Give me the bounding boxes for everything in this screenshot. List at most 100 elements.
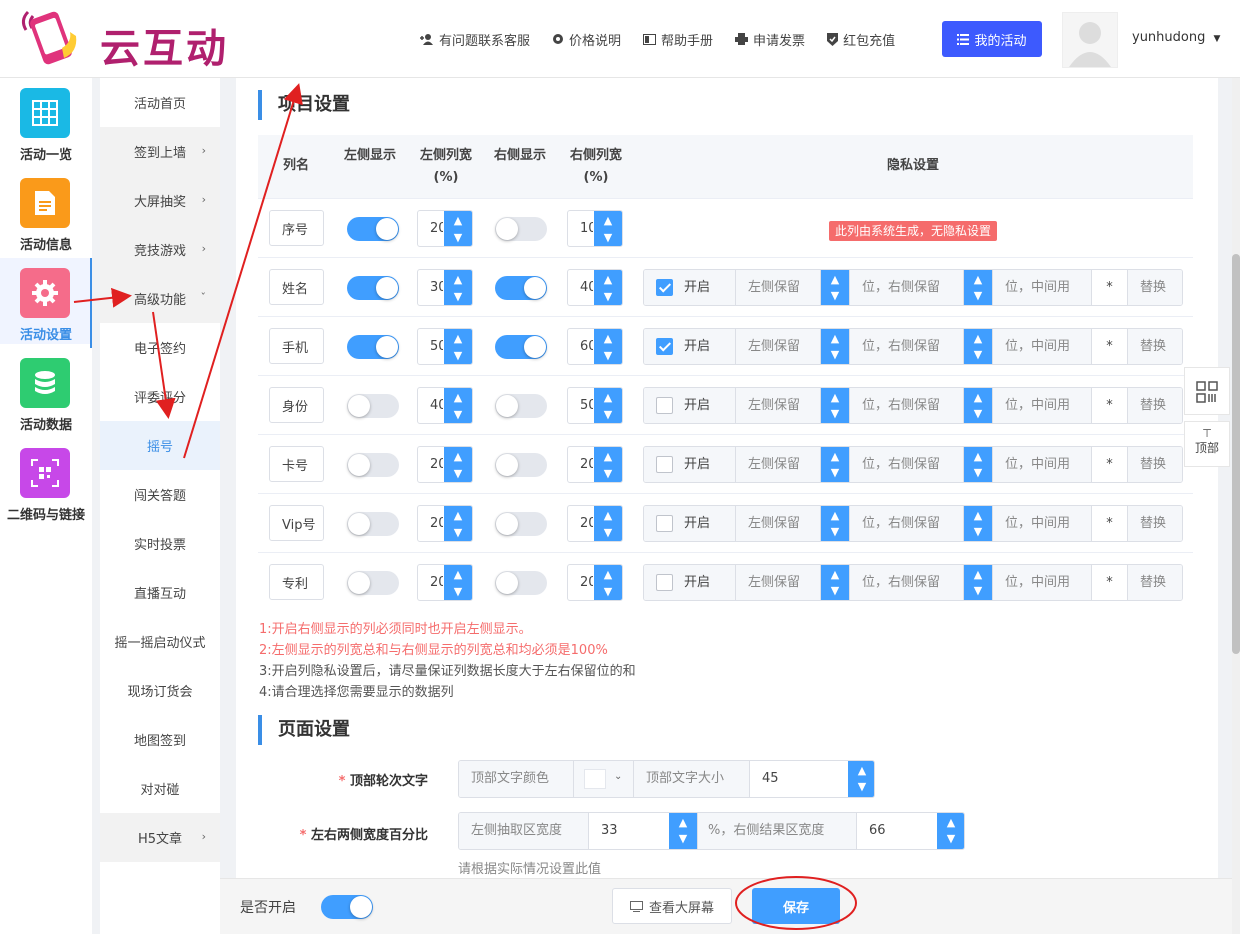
mask-char-input[interactable]: * — [1092, 270, 1127, 305]
stepper-buttons[interactable]: ▲ ▼ — [594, 447, 622, 482]
privacy-enable-cell[interactable]: 开启 — [644, 270, 736, 305]
top-size-stepper[interactable]: ▲ ▼ — [848, 761, 874, 797]
contact-support-link[interactable]: 有问题联系客服 — [420, 30, 530, 49]
right-area-stepper[interactable]: ▲ ▼ — [937, 813, 964, 849]
privacy-checkbox[interactable] — [656, 456, 673, 473]
arrow-down-icon[interactable]: ▼ — [964, 407, 992, 420]
arrow-down-icon[interactable]: ▼ — [964, 584, 992, 597]
left-show-toggle[interactable] — [347, 571, 399, 595]
arrow-down-icon[interactable]: ▼ — [821, 525, 849, 538]
arrow-down-icon[interactable]: ▼ — [669, 832, 697, 845]
right-width-stepper[interactable]: 10▲▼ — [567, 210, 623, 247]
arrow-down-icon[interactable]: ▼ — [444, 526, 472, 539]
left-keep-stepper[interactable]: ▲ ▼ — [821, 388, 849, 423]
qrcode-float-button[interactable] — [1184, 367, 1230, 415]
arrow-down-icon[interactable]: ▼ — [821, 584, 849, 597]
user-menu[interactable]: yunhudong ▼ — [1132, 30, 1220, 45]
sub-item-h5[interactable]: H5文章 › — [100, 813, 220, 862]
arrow-down-icon[interactable]: ▼ — [964, 466, 992, 479]
arrow-down-icon[interactable]: ▼ — [821, 466, 849, 479]
arrow-up-icon[interactable]: ▲ — [444, 273, 472, 286]
right-show-toggle[interactable] — [495, 512, 547, 536]
stepper-buttons[interactable]: ▲ ▼ — [444, 329, 472, 364]
arrow-up-icon[interactable]: ▲ — [444, 214, 472, 227]
sub-item-vote[interactable]: 实时投票 — [100, 519, 220, 568]
stepper-buttons[interactable]: ▲ ▼ — [594, 211, 622, 246]
back-to-top-button[interactable]: ⊤ 顶部 — [1184, 421, 1230, 467]
redpack-recharge-link[interactable]: 红包充值 — [827, 30, 895, 49]
arrow-down-icon[interactable]: ▼ — [821, 407, 849, 420]
stepper-buttons[interactable]: ▲ ▼ — [444, 565, 472, 600]
sub-item-shake-ceremony[interactable]: 摇一摇启动仪式 — [100, 617, 220, 666]
arrow-up-icon[interactable]: ▲ — [848, 764, 874, 777]
sub-item-advanced[interactable]: 高级功能 ˇ — [100, 274, 220, 323]
left-show-toggle[interactable] — [347, 453, 399, 477]
privacy-checkbox[interactable] — [656, 397, 673, 414]
arrow-up-icon[interactable]: ▲ — [821, 332, 849, 345]
left-show-toggle[interactable] — [347, 335, 399, 359]
stepper-buttons[interactable]: ▲ ▼ — [444, 447, 472, 482]
left-area-input[interactable]: 33 — [589, 813, 669, 849]
sidebar-item-info[interactable]: 活动信息 — [0, 168, 92, 254]
left-area-stepper[interactable]: ▲ ▼ — [669, 813, 697, 849]
top-size-input[interactable]: 45 — [750, 761, 848, 797]
pricing-link[interactable]: 价格说明 — [552, 30, 621, 49]
arrow-down-icon[interactable]: ▼ — [964, 289, 992, 302]
invoice-link[interactable]: 申请发票 — [735, 30, 805, 49]
right-width-stepper[interactable]: 40▲▼ — [567, 269, 623, 306]
left-show-toggle[interactable] — [347, 217, 399, 241]
arrow-down-icon[interactable]: ▼ — [444, 290, 472, 303]
left-width-stepper[interactable]: 20▲▼ — [417, 564, 473, 601]
arrow-up-icon[interactable]: ▲ — [821, 273, 849, 286]
left-keep-stepper[interactable]: ▲ ▼ — [821, 447, 849, 482]
arrow-down-icon[interactable]: ▼ — [594, 467, 622, 480]
mask-char-input[interactable]: * — [1092, 329, 1127, 364]
sub-item-judge-score[interactable]: 评委评分 — [100, 372, 220, 421]
sub-item-order-meeting[interactable]: 现场订货会 — [100, 666, 220, 715]
sidebar-item-data[interactable]: 活动数据 — [0, 348, 92, 434]
privacy-enable-cell[interactable]: 开启 — [644, 388, 736, 423]
color-picker[interactable]: ⌄ — [574, 761, 634, 797]
stepper-buttons[interactable]: ▲ ▼ — [594, 565, 622, 600]
right-area-input[interactable]: 66 — [857, 813, 937, 849]
left-show-toggle[interactable] — [347, 276, 399, 300]
arrow-down-icon[interactable]: ▼ — [594, 585, 622, 598]
privacy-checkbox[interactable] — [656, 279, 673, 296]
arrow-down-icon[interactable]: ▼ — [964, 525, 992, 538]
arrow-down-icon[interactable]: ▼ — [594, 231, 622, 244]
arrow-down-icon[interactable]: ▼ — [444, 231, 472, 244]
arrow-up-icon[interactable]: ▲ — [937, 816, 964, 829]
sub-item-checkin-wall[interactable]: 签到上墙 › — [100, 127, 220, 176]
stepper-buttons[interactable]: ▲ ▼ — [594, 388, 622, 423]
column-name-input[interactable]: Vip号 — [269, 505, 324, 541]
arrow-down-icon[interactable]: ▼ — [594, 290, 622, 303]
right-show-toggle[interactable] — [495, 276, 547, 300]
mask-char-input[interactable]: * — [1092, 447, 1127, 482]
privacy-checkbox[interactable] — [656, 574, 673, 591]
arrow-up-icon[interactable]: ▲ — [444, 450, 472, 463]
arrow-down-icon[interactable]: ▼ — [444, 585, 472, 598]
right-keep-stepper[interactable]: ▲ ▼ — [964, 506, 992, 541]
arrow-up-icon[interactable]: ▲ — [594, 214, 622, 227]
privacy-enable-cell[interactable]: 开启 — [644, 329, 736, 364]
right-keep-stepper[interactable]: ▲ ▼ — [964, 447, 992, 482]
arrow-up-icon[interactable]: ▲ — [594, 273, 622, 286]
sub-item-games[interactable]: 竞技游戏 › — [100, 225, 220, 274]
column-name-input[interactable]: 姓名 — [269, 269, 324, 305]
help-manual-link[interactable]: 帮助手册 — [643, 30, 713, 49]
arrow-up-icon[interactable]: ▲ — [821, 450, 849, 463]
arrow-down-icon[interactable]: ▼ — [444, 408, 472, 421]
sub-item-lottery[interactable]: 大屏抽奖 › — [100, 176, 220, 225]
left-width-stepper[interactable]: 30▲▼ — [417, 269, 473, 306]
left-width-stepper[interactable]: 20▲▼ — [417, 505, 473, 542]
arrow-up-icon[interactable]: ▲ — [821, 568, 849, 581]
scrollbar-thumb[interactable] — [1232, 254, 1240, 654]
arrow-up-icon[interactable]: ▲ — [444, 509, 472, 522]
stepper-buttons[interactable]: ▲ ▼ — [594, 270, 622, 305]
left-keep-stepper[interactable]: ▲ ▼ — [821, 270, 849, 305]
right-width-stepper[interactable]: 20▲▼ — [567, 505, 623, 542]
sub-item-live[interactable]: 直播互动 — [100, 568, 220, 617]
left-keep-stepper[interactable]: ▲ ▼ — [821, 506, 849, 541]
right-show-toggle[interactable] — [495, 571, 547, 595]
arrow-down-icon[interactable]: ▼ — [821, 348, 849, 361]
